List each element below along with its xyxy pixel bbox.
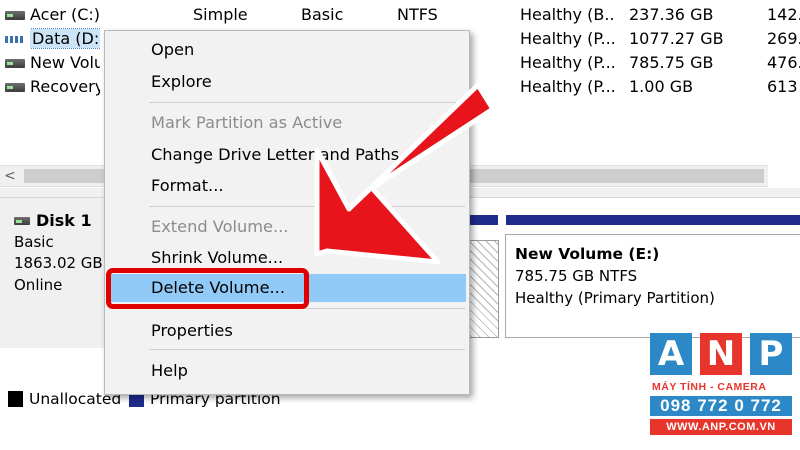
menu-item-open[interactable]: Open (105, 36, 469, 64)
menu-separator (149, 102, 465, 103)
disk-size: 1863.02 GB (14, 254, 103, 272)
logo-phone: 098 772 0 772 (650, 396, 792, 416)
volume-capacity: 237.36 GB (629, 5, 714, 24)
drive-icon (5, 11, 25, 20)
volume-capacity: 785.75 GB (629, 53, 714, 72)
partition-size: 785.75 GB NTFS (515, 267, 638, 285)
partition-title: New Volume (E:) (515, 245, 660, 263)
drive-icon (5, 83, 25, 92)
volume-filesystem: NTFS (397, 5, 438, 24)
scroll-left-icon[interactable]: < (0, 166, 20, 186)
logo-letters: A N P (648, 333, 794, 377)
menu-item-format[interactable]: Format... (105, 172, 469, 200)
volume-name: Recovery (30, 77, 100, 96)
unallocated-swatch (8, 391, 23, 407)
partition-status: Healthy (Primary Partition) (515, 289, 715, 307)
volume-status: Healthy (P... (520, 29, 616, 48)
annotation-highlight-box (106, 268, 309, 309)
logo-letter-a: A (650, 333, 692, 375)
volume-status: Healthy (B... (520, 5, 616, 24)
volume-name: Acer (C:) (30, 5, 100, 24)
partition-new-volume-e[interactable]: New Volume (E:) 785.75 GB NTFS Healthy (… (505, 234, 800, 338)
volume-type: Basic (301, 5, 344, 24)
volume-status: Healthy (P... (520, 77, 616, 96)
menu-item-properties[interactable]: Properties (105, 317, 469, 345)
menu-separator (149, 349, 465, 350)
anp-watermark-logo: A N P MÁY TÍNH - CAMERA 098 772 0 772 WW… (648, 333, 794, 438)
volume-layout: Simple (193, 5, 248, 24)
disk-state: Online (14, 275, 63, 294)
context-menu: Open Explore Mark Partition as Active Ch… (104, 30, 470, 395)
disk-title-row: Disk 1 (14, 210, 109, 232)
volume-name: Data (D:) (30, 27, 100, 51)
disk-type: Basic (14, 232, 54, 251)
volume-row-acer-c[interactable]: Acer (C:) Simple Basic NTFS Healthy (B..… (0, 3, 800, 27)
disk-icon (14, 216, 30, 225)
volume-status: Healthy (P... (520, 53, 616, 72)
logo-letter-n: N (700, 333, 742, 375)
logo-letter-p: P (750, 333, 792, 375)
menu-item-explore[interactable]: Explore (105, 68, 469, 96)
volume-free-space: 613 N (767, 77, 800, 96)
volume-free-space: 142.5 (767, 5, 800, 24)
menu-item-help[interactable]: Help (105, 357, 469, 385)
drive-icon (5, 35, 25, 44)
drive-icon (5, 59, 25, 68)
disk-info-panel[interactable]: Disk 1 Basic 1863.02 GB Online (0, 198, 110, 348)
menu-item-extend-volume: Extend Volume... (151, 217, 289, 236)
volume-free-space: 269.5 (767, 29, 800, 48)
menu-item-change-drive-letter[interactable]: Change Drive Letter and Paths... (105, 141, 469, 169)
volume-free-space: 476.8 (767, 53, 800, 72)
menu-item-mark-partition-active: Mark Partition as Active (151, 113, 343, 132)
logo-tagline: MÁY TÍNH - CAMERA (652, 381, 767, 393)
volume-capacity: 1.00 GB (629, 77, 694, 96)
menu-separator (149, 206, 465, 207)
disk-title: Disk 1 (36, 211, 92, 230)
volume-capacity: 1077.27 GB (629, 29, 724, 48)
volume-name: New Volu (30, 53, 100, 72)
logo-website: WWW.ANP.COM.VN (650, 419, 792, 435)
